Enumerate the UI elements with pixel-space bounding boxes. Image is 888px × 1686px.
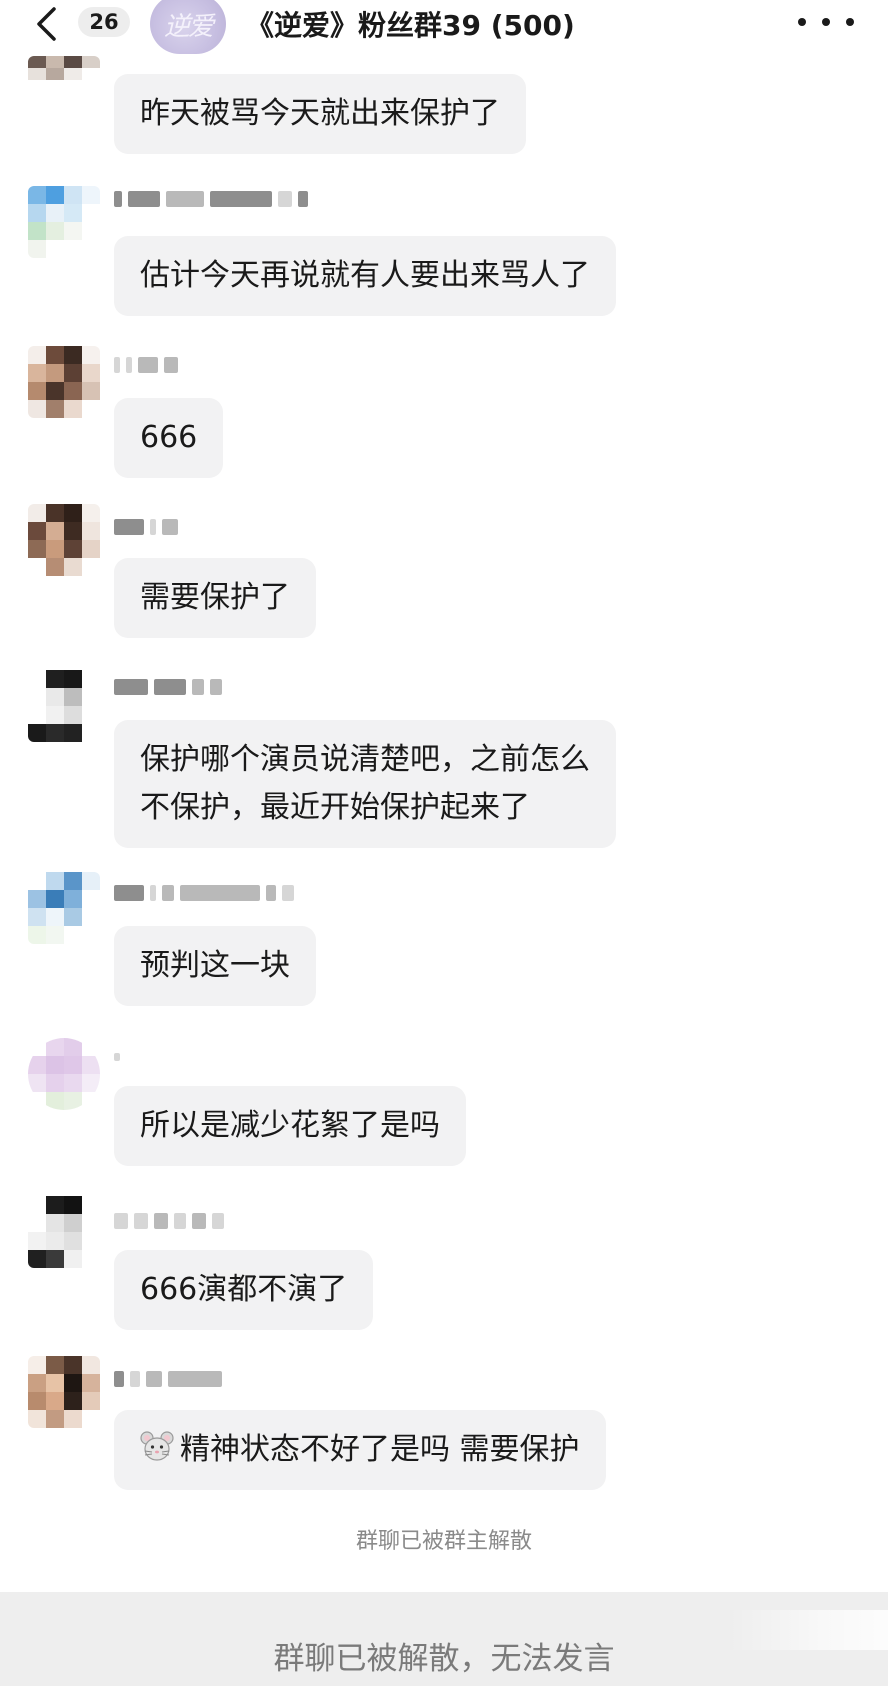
message-text: 666演都不演了 <box>140 1272 348 1307</box>
unread-count-badge[interactable]: 26 <box>78 7 130 37</box>
message-bubble[interactable]: 需要保护了 <box>114 558 316 638</box>
sender-name-blurred <box>114 354 178 376</box>
message-text: 预判这一块 <box>140 948 290 983</box>
message-text: 昨天被骂今天就出来保护了 <box>140 96 500 131</box>
message-text-line: 不保护，最近开始保护起来了 <box>140 790 530 825</box>
message-text: 666 <box>140 420 198 455</box>
avatar[interactable] <box>28 346 100 418</box>
chevron-left-icon <box>37 7 56 41</box>
more-dots-icon[interactable] <box>798 4 854 40</box>
system-notice: 群聊已被群主解散 <box>355 1529 532 1554</box>
avatar[interactable] <box>28 1196 100 1268</box>
message-text: 需要保护了 <box>140 580 290 615</box>
message-text-line: 保护哪个演员说清楚吧，之前怎么 <box>140 742 590 777</box>
message-bubble[interactable]: 预判这一块 <box>114 926 316 1006</box>
avatar[interactable] <box>28 186 100 258</box>
message-bubble[interactable]: 估计今天再说就有人要出来骂人了 <box>114 236 616 316</box>
message-bubble[interactable]: 666演都不演了 <box>114 1250 374 1330</box>
group-title[interactable]: 《逆爱》粉丝群39 (500) <box>246 4 575 44</box>
avatar[interactable] <box>28 504 100 576</box>
scan-fade-overlay <box>728 1610 888 1650</box>
sender-name-blurred <box>114 188 308 210</box>
sender-name-blurred <box>114 882 294 904</box>
message-text: 估计今天再说就有人要出来骂人了 <box>140 258 590 293</box>
back-button[interactable] <box>28 6 64 42</box>
chat-screen: 26 逆爱 《逆爱》粉丝群39 (500) 昨天被骂今天就出来保护了 估计今天再… <box>0 0 888 1686</box>
message-bubble[interactable]: 保护哪个演员说清楚吧，之前怎么 不保护，最近开始保护起来了 <box>114 720 616 848</box>
message-bubble[interactable]: 精神状态不好了是吗 需要保护 <box>114 1410 606 1490</box>
chat-header: 26 逆爱 《逆爱》粉丝群39 (500) <box>0 0 888 60</box>
avatar[interactable] <box>28 56 100 104</box>
sender-name-blurred <box>114 1210 224 1232</box>
sender-name-blurred <box>114 676 222 698</box>
message-text: 精神状态不好了是吗 需要保护 <box>180 1432 580 1467</box>
avatar[interactable] <box>28 872 100 944</box>
avatar[interactable] <box>28 1356 100 1428</box>
group-avatar[interactable]: 逆爱 <box>150 0 226 54</box>
message-bubble[interactable]: 昨天被骂今天就出来保护了 <box>114 74 526 154</box>
message-bubble[interactable]: 所以是减少花絮了是吗 <box>114 1086 466 1166</box>
avatar[interactable] <box>28 1038 100 1110</box>
sender-name-blurred <box>114 1046 120 1068</box>
group-logo-text: 逆爱 <box>163 11 214 42</box>
mouse-emoji-icon <box>140 1431 174 1461</box>
sender-name-blurred <box>114 1368 222 1390</box>
sender-name-blurred <box>114 516 178 538</box>
message-text: 所以是减少花絮了是吗 <box>140 1108 440 1143</box>
avatar[interactable] <box>28 670 100 742</box>
message-bubble[interactable]: 666 <box>114 398 224 478</box>
